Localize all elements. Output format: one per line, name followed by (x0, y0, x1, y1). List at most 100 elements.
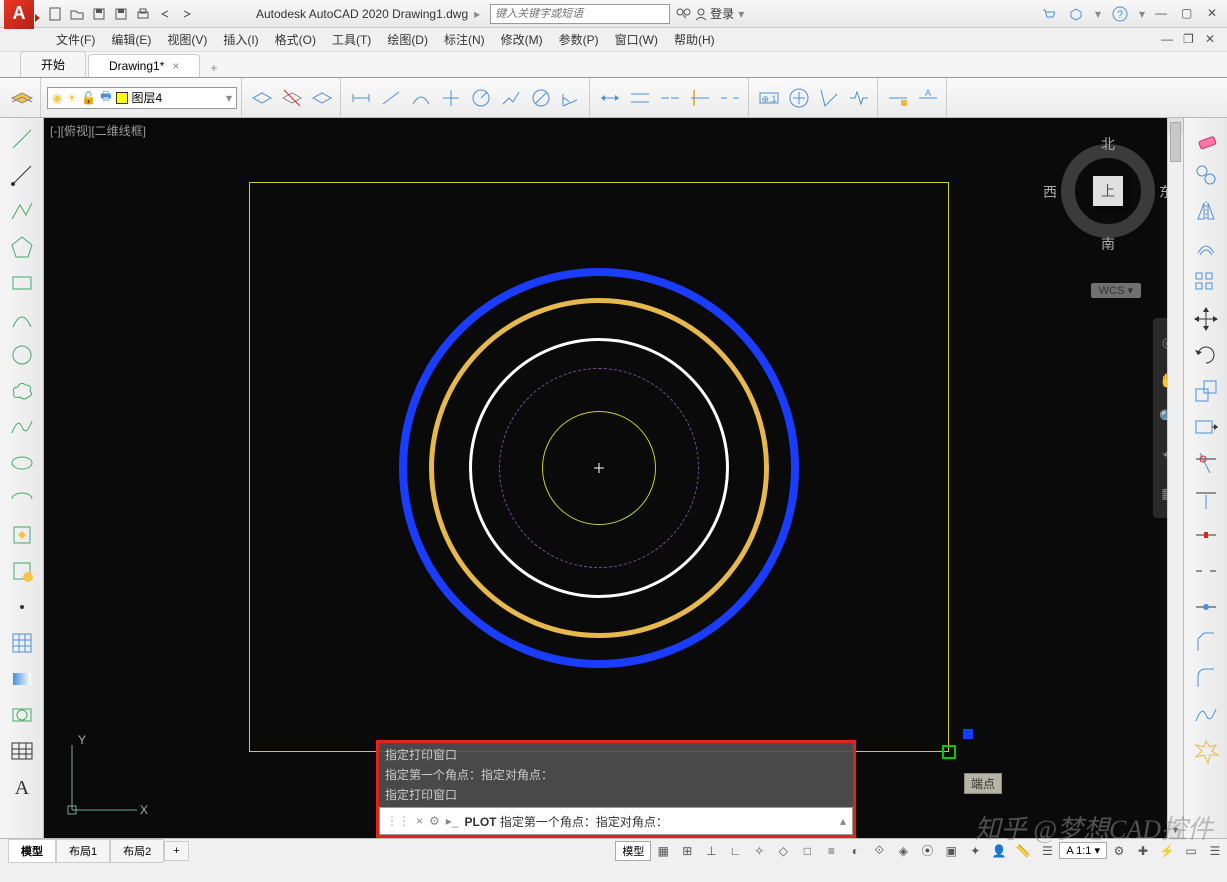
offset-icon[interactable] (1189, 230, 1223, 264)
menu-view[interactable]: 视图(V) (167, 31, 207, 48)
grid-icon[interactable]: ▦ (651, 841, 675, 861)
dim-space-icon[interactable] (686, 84, 714, 112)
fillet-icon[interactable] (1189, 662, 1223, 696)
file-tab-drawing1[interactable]: Drawing1* × (88, 54, 200, 77)
circle-icon[interactable] (5, 338, 39, 372)
mirror-icon[interactable] (1189, 194, 1223, 228)
ortho-icon[interactable]: ∟ (723, 841, 747, 861)
menu-help[interactable]: 帮助(H) (674, 31, 715, 48)
menu-edit[interactable]: 编辑(E) (111, 31, 151, 48)
rectangle-icon[interactable] (5, 266, 39, 300)
dim-edit-icon[interactable] (884, 84, 912, 112)
selection-cycling-icon[interactable]: ⟐ (867, 841, 891, 861)
cmd-recent-icon[interactable]: ▴ (840, 814, 846, 828)
break-icon[interactable] (1189, 554, 1223, 588)
dim-ordinate-icon[interactable] (437, 84, 465, 112)
dim-diameter-icon[interactable] (527, 84, 555, 112)
layout-tab-add-icon[interactable]: + (164, 841, 188, 861)
menu-file[interactable]: 文件(F) (56, 31, 95, 48)
menu-modify[interactable]: 修改(M) (501, 31, 543, 48)
revcloud-icon[interactable] (5, 374, 39, 408)
help-dropdown-icon[interactable]: ▾ (1139, 7, 1145, 21)
workspace-switching-icon[interactable]: ⚙ (1107, 841, 1131, 861)
dim-arc-icon[interactable] (407, 84, 435, 112)
ray-icon[interactable] (5, 158, 39, 192)
login-dropdown-icon[interactable]: ▾ (738, 7, 744, 21)
customization-icon[interactable]: ☰ (1203, 841, 1227, 861)
polar-icon[interactable]: ✧ (747, 841, 771, 861)
lineweight-icon[interactable]: ≡ (819, 841, 843, 861)
command-input-row[interactable]: ⋮⋮ × ⚙ ▸_ PLOT 指定第一个角点：指定对角点： ▴ (379, 807, 853, 835)
new-icon[interactable] (46, 5, 64, 23)
wcs-badge[interactable]: WCS ▾ (1091, 283, 1141, 298)
arc-icon[interactable] (5, 302, 39, 336)
selection-filter-icon[interactable]: ▣ (939, 841, 963, 861)
chamfer-icon[interactable] (1189, 626, 1223, 660)
point-icon[interactable] (5, 590, 39, 624)
transparency-icon[interactable]: ◐ (843, 841, 867, 861)
menu-dimension[interactable]: 标注(N) (444, 31, 485, 48)
region-icon[interactable] (5, 698, 39, 732)
user-icon[interactable] (692, 5, 710, 23)
modelspace-toggle[interactable]: 模型 (615, 841, 651, 861)
viewport-label[interactable]: [-][俯视][二维线框] (48, 122, 148, 139)
dim-radius-icon[interactable] (467, 84, 495, 112)
scale-icon[interactable] (1189, 374, 1223, 408)
move-icon[interactable] (1189, 302, 1223, 336)
hatch-icon[interactable] (5, 626, 39, 660)
cmd-customize-icon[interactable]: ⚙ (429, 814, 440, 828)
infer-constraints-icon[interactable]: ⊥ (699, 841, 723, 861)
polygon-icon[interactable] (5, 230, 39, 264)
center-mark-icon[interactable] (785, 84, 813, 112)
quick-properties-icon[interactable]: ☰ (1035, 841, 1059, 861)
menu-format[interactable]: 格式(O) (275, 31, 316, 48)
scroll-down-icon[interactable]: ▼ (1168, 822, 1183, 838)
cmd-grip-icon[interactable]: ⋮⋮ (386, 814, 410, 828)
osnap-icon[interactable]: □ (795, 841, 819, 861)
doc-minimize-icon[interactable]: — (1161, 32, 1177, 48)
3dosnap-icon[interactable]: ◈ (891, 841, 915, 861)
dim-aligned-icon[interactable] (377, 84, 405, 112)
dim-angular-icon[interactable] (557, 84, 585, 112)
jog-line-icon[interactable] (845, 84, 873, 112)
layout-tab-2[interactable]: 布局2 (110, 839, 164, 863)
layer-combo[interactable]: ◉ ☀ 🔓 🖶 图层4 ▾ (47, 87, 237, 109)
dim-text-edit-icon[interactable]: A (914, 84, 942, 112)
tab-add-icon[interactable]: + (202, 59, 225, 77)
dim-linear-icon[interactable] (347, 84, 375, 112)
blend-icon[interactable] (1189, 698, 1223, 732)
clean-screen-icon[interactable]: ▭ (1179, 841, 1203, 861)
file-tab-start[interactable]: 开始 (20, 51, 86, 77)
view-compass[interactable]: 上 北 南 东 西 (1043, 126, 1173, 256)
inspect-icon[interactable] (815, 84, 843, 112)
open-icon[interactable] (68, 5, 86, 23)
stretch-icon[interactable] (1189, 410, 1223, 444)
minimize-icon[interactable]: — (1155, 6, 1171, 22)
layer-match-icon[interactable] (308, 84, 336, 112)
grip-marker[interactable] (963, 729, 973, 739)
layout-tab-model[interactable]: 模型 (8, 839, 56, 863)
menu-insert[interactable]: 插入(I) (223, 31, 258, 48)
menu-tools[interactable]: 工具(T) (332, 31, 371, 48)
iso-draft-icon[interactable]: ◇ (771, 841, 795, 861)
hardware-accel-icon[interactable]: ⚡ (1155, 841, 1179, 861)
ellipse-icon[interactable] (5, 446, 39, 480)
search-dropdown-icon[interactable]: ▸ (474, 7, 480, 21)
rotate-icon[interactable] (1189, 338, 1223, 372)
insert-block-icon[interactable] (5, 518, 39, 552)
trim-icon[interactable] (1189, 446, 1223, 480)
layer-dropdown-icon[interactable]: ▾ (226, 91, 232, 105)
continue-dim-icon[interactable] (656, 84, 684, 112)
anno-visibility-icon[interactable]: ✚ (1131, 841, 1155, 861)
search-input[interactable] (490, 4, 670, 24)
snap-icon[interactable]: ⊞ (675, 841, 699, 861)
store-dropdown-icon[interactable]: ▾ (1095, 7, 1101, 21)
doc-restore-icon[interactable]: ❐ (1183, 32, 1199, 48)
plot-icon[interactable] (134, 5, 152, 23)
menu-draw[interactable]: 绘图(D) (387, 31, 428, 48)
ellipse-arc-icon[interactable] (5, 482, 39, 516)
dim-break-icon[interactable] (716, 84, 744, 112)
close-icon[interactable]: ✕ (1207, 6, 1223, 22)
text-icon[interactable]: A (5, 770, 39, 804)
cmd-close-icon[interactable]: × (416, 814, 423, 828)
